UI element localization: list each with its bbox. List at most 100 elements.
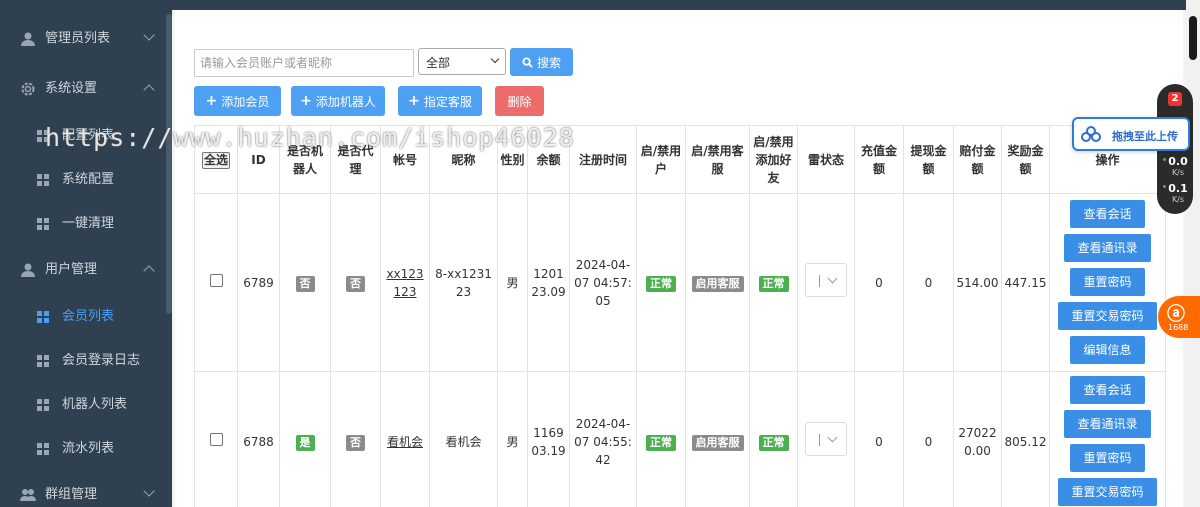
add-member-button[interactable]: + 添加会员 [194, 86, 281, 116]
sidebar-item-label: 机器人列表 [62, 397, 128, 412]
cell-gender: 男 [497, 371, 528, 507]
user-status-toggle[interactable]: 正常 [646, 275, 676, 292]
watermark: https://www.huzhan.com/ishop46028 [45, 123, 575, 152]
cell-reg-time: 2024-04-07 04:57:05 [569, 193, 637, 372]
chevron-down-icon [827, 273, 838, 284]
reset-trade-password-button[interactable]: 重置交易密码 [1058, 477, 1157, 506]
account-link[interactable]: 看机会 [387, 435, 423, 449]
column-header: 启/禁用户 [636, 125, 686, 194]
cloud-icon [1081, 126, 1101, 142]
thunder-status-select[interactable] [805, 422, 847, 456]
cell-actions: 查看会话 查看通讯录 重置密码 重置交易密码 编辑信息 [1049, 193, 1166, 372]
alibaba-1688-widget[interactable]: ⓐ 1688 [1158, 296, 1200, 338]
users-icon [20, 489, 36, 501]
view-chat-button[interactable]: 查看会话 [1070, 199, 1145, 228]
cell-account: 看机会 [380, 371, 430, 507]
cell-thunder-status [797, 193, 855, 372]
add-member-label: 添加会员 [221, 94, 270, 109]
cell-is-robot: 否 [279, 193, 331, 372]
row-checkbox[interactable] [209, 432, 223, 446]
cell-friend-status: 正常 [749, 193, 798, 372]
chevron-up-icon [143, 265, 155, 277]
grid-icon [37, 443, 49, 455]
page-scrollbar[interactable] [1186, 0, 1200, 507]
plus-icon: + [300, 93, 312, 109]
row-checkbox-cell [194, 371, 238, 507]
cell-payout: 514.00 [953, 193, 1002, 372]
delete-button[interactable]: 删除 [495, 86, 544, 116]
sidebar-item-user-management[interactable]: 用户管理 [0, 248, 166, 292]
cell-balance: 120123.09 [527, 193, 570, 372]
sidebar-item-label: 一键清理 [62, 216, 115, 231]
main-content: 请输入会员账户或者昵称 全部 搜索 + 添加会员 + 添加机器人 + 指定客服 … [172, 0, 1186, 507]
chevron-down-icon [143, 485, 155, 497]
table-row: 6788 是 否 看机会 看机会 男 116903.19 2024-04-07 … [194, 371, 1166, 507]
sidebar-item-admin-list[interactable]: 管理员列表 [0, 17, 166, 61]
sidebar-item-system-settings[interactable]: 系统设置 [0, 67, 166, 111]
edit-info-button[interactable]: 编辑信息 [1070, 335, 1145, 364]
status-badge: 否 [346, 434, 365, 451]
chevron-up-icon [143, 84, 155, 96]
download-speed: 0.1 [1168, 182, 1188, 195]
table-row: 6789 否 否 xx123123 8-xx123123 男 120123.09… [194, 193, 1166, 372]
cell-payout: 270220.00 [953, 371, 1002, 507]
search-button[interactable]: 搜索 [510, 48, 573, 76]
scrollbar-thumb[interactable] [1189, 16, 1197, 60]
column-header: 启/禁用添加好友 [749, 125, 798, 194]
reset-password-button[interactable]: 重置密码 [1070, 267, 1145, 296]
chevron-down-icon [143, 29, 155, 41]
assign-cs-button[interactable]: + 指定客服 [398, 86, 482, 116]
column-header: 提现金额 [903, 125, 954, 194]
drag-upload-widget[interactable]: 拖拽至此上传 [1072, 117, 1190, 151]
upload-speed-unit: K/s [1171, 168, 1185, 177]
reset-trade-password-button[interactable]: 重置交易密码 [1058, 301, 1157, 330]
sidebar-item-flow-list[interactable]: 流水列表 [0, 427, 166, 471]
cs-status-toggle[interactable]: 启用客服 [691, 434, 744, 451]
cs-status-toggle[interactable]: 启用客服 [691, 275, 744, 292]
cell-nickname: 看机会 [429, 371, 498, 507]
friend-status-toggle[interactable]: 正常 [758, 275, 789, 292]
row-checkbox[interactable] [209, 273, 223, 287]
user-status-toggle[interactable]: 正常 [646, 434, 676, 451]
search-input[interactable]: 请输入会员账户或者昵称 [194, 49, 414, 77]
thunder-status-select[interactable] [805, 263, 847, 297]
cell-friend-status: 正常 [749, 371, 798, 507]
grid-icon [37, 311, 49, 323]
view-chat-button[interactable]: 查看会话 [1070, 375, 1145, 404]
grid-icon [37, 174, 49, 186]
cell-gender: 男 [497, 193, 528, 372]
sidebar-item-label: 会员列表 [62, 309, 115, 324]
sidebar-item-group-management[interactable]: 群组管理 [0, 473, 166, 507]
sidebar-item-robot-list[interactable]: 机器人列表 [0, 383, 166, 427]
cell-id: 6789 [237, 193, 280, 372]
cell-is-robot: 是 [279, 371, 331, 507]
column-header: 充值金额 [854, 125, 904, 194]
add-robot-label: 添加机器人 [315, 94, 376, 109]
view-contacts-button[interactable]: 查看通讯录 [1064, 233, 1151, 262]
reset-password-button[interactable]: 重置密码 [1070, 443, 1145, 472]
status-badge: 是 [295, 434, 315, 451]
sidebar-item-member-login-log[interactable]: 会员登录日志 [0, 339, 166, 383]
select-all-button[interactable]: 全选 [201, 151, 230, 169]
cell-reward: 447.15 [1001, 193, 1050, 372]
view-contacts-button[interactable]: 查看通讯录 [1064, 409, 1151, 438]
upload-label: 拖拽至此上传 [1112, 130, 1178, 143]
friend-status-toggle[interactable]: 正常 [758, 434, 789, 451]
sidebar-item-label: 系统设置 [45, 81, 98, 96]
content-panel: 请输入会员账户或者昵称 全部 搜索 + 添加会员 + 添加机器人 + 指定客服 … [175, 10, 1183, 507]
sidebar-item-member-list[interactable]: 会员列表 [0, 295, 166, 339]
column-header: 注册时间 [569, 125, 637, 194]
sidebar-item-system-config[interactable]: 系统配置 [0, 158, 166, 202]
sidebar-item-label: 会员登录日志 [62, 353, 141, 368]
cell-thunder-status [797, 371, 855, 507]
sidebar-item-label: 流水列表 [62, 441, 115, 456]
cell-withdraw: 0 [903, 193, 954, 372]
filter-select[interactable]: 全部 [418, 48, 506, 75]
cell-user-status: 正常 [636, 371, 686, 507]
cell-cs-status: 启用客服 [685, 371, 750, 507]
ali-label: 1688 [1168, 323, 1189, 332]
sidebar-item-one-click-clean[interactable]: 一键清理 [0, 202, 166, 246]
account-link[interactable]: xx123123 [386, 267, 423, 299]
delete-label: 删除 [507, 94, 532, 109]
add-robot-button[interactable]: + 添加机器人 [291, 86, 385, 116]
